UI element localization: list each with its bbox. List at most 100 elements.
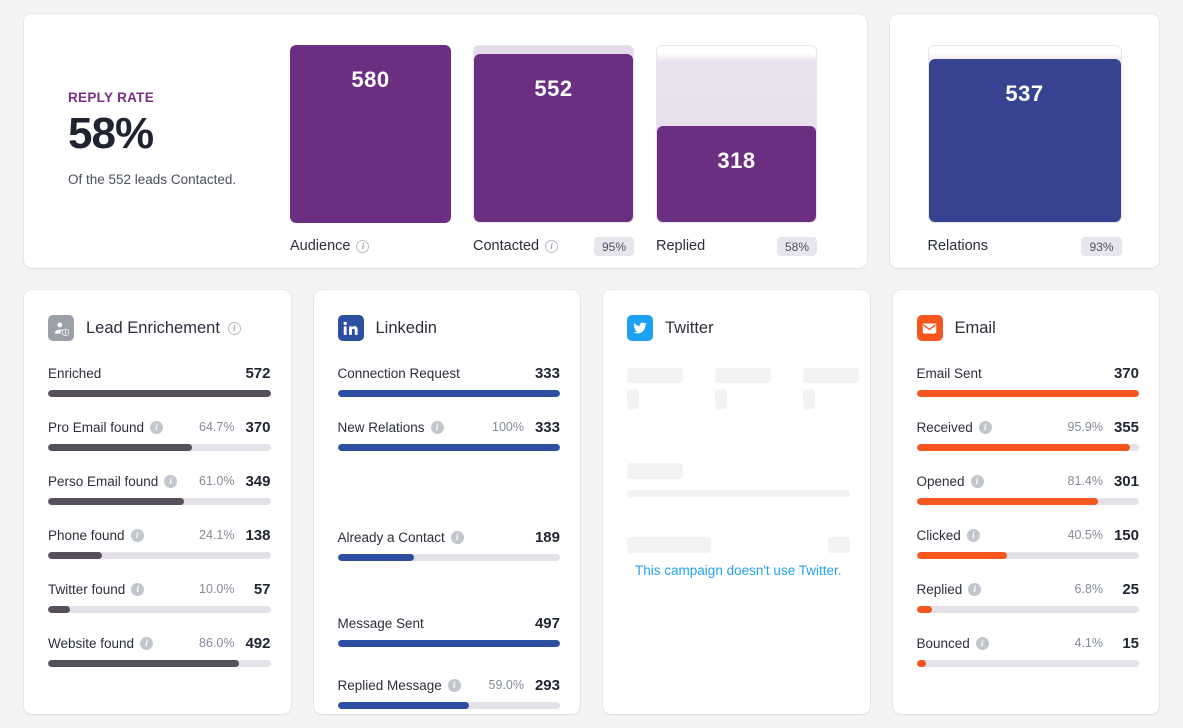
metric-progress	[48, 606, 271, 613]
metric-progress	[917, 552, 1140, 559]
bar-fill: 318	[657, 126, 816, 222]
metric-row[interactable]: Perso Email found i 61.0% 349	[48, 472, 271, 505]
reply-rate-block: REPLY RATE 58% Of the 552 leads Contacte…	[24, 14, 290, 187]
info-icon[interactable]: i	[451, 531, 464, 544]
metric-row[interactable]: Phone found i 24.1% 138	[48, 526, 271, 559]
metric-row[interactable]: Opened i 81.4% 301	[917, 472, 1140, 505]
metric-progress	[338, 554, 561, 561]
funnel-bar-replied[interactable]: 318 Replied 58%	[656, 45, 817, 257]
skeleton-block	[627, 490, 850, 497]
metric-value: 333	[534, 419, 560, 436]
metric-row[interactable]: Enriched 572	[48, 364, 271, 397]
metric-row[interactable]: Connection Request 333	[338, 364, 561, 397]
metric-progress	[338, 702, 561, 709]
metric-label: Twitter found	[48, 582, 125, 597]
linkedin-card: Linkedin Connection Request 333 New Rela…	[314, 290, 581, 714]
card-header: Email	[917, 314, 1140, 342]
metric-progress	[338, 640, 561, 647]
metric-row[interactable]: Replied i 6.8% 25	[917, 580, 1140, 613]
metric-row[interactable]: Email Sent 370	[917, 364, 1140, 397]
card-title: Twitter	[665, 319, 714, 338]
funnel-bar-audience[interactable]: 580 Audience i	[290, 45, 451, 257]
metric-label: Bounced	[917, 636, 970, 651]
lead-enrichment-card: Lead Enrichement i Enriched 572 Pro Emai…	[24, 290, 291, 714]
metric-progress	[48, 660, 271, 667]
metric-row[interactable]: Twitter found i 10.0% 57	[48, 580, 271, 613]
metric-value: 150	[1113, 527, 1139, 544]
metric-progress	[48, 498, 271, 505]
metric-row[interactable]: Replied Message i 59.0% 293	[338, 676, 561, 709]
linkedin-icon	[338, 315, 364, 341]
bar-track: 318	[656, 45, 817, 223]
metric-value: 355	[1113, 419, 1139, 436]
metric-value: 333	[534, 365, 560, 382]
metric-percent: 6.8%	[1075, 582, 1104, 596]
metric-row[interactable]: Bounced i 4.1% 15	[917, 634, 1140, 667]
info-icon[interactable]: i	[448, 679, 461, 692]
info-icon[interactable]: i	[968, 583, 981, 596]
metric-row[interactable]: Message Sent 497	[338, 614, 561, 647]
info-icon[interactable]: i	[140, 637, 153, 650]
info-icon[interactable]: i	[131, 583, 144, 596]
bar-percent-badge: 58%	[777, 237, 817, 256]
info-icon[interactable]: i	[979, 421, 992, 434]
info-icon[interactable]: i	[164, 475, 177, 488]
metric-label: Replied	[917, 582, 963, 597]
metric-percent: 4.1%	[1075, 636, 1104, 650]
bar-label: Audience	[290, 238, 350, 254]
bar-label: Contacted	[473, 238, 539, 254]
metric-progress	[917, 444, 1140, 451]
metric-label: Received	[917, 420, 973, 435]
info-icon[interactable]: i	[967, 529, 980, 542]
metric-label: Email Sent	[917, 366, 982, 381]
metric-percent: 40.5%	[1068, 528, 1103, 542]
skeleton-block	[627, 389, 639, 409]
card-title: Email	[955, 319, 996, 338]
info-icon[interactable]: i	[545, 240, 558, 253]
metric-value: 497	[534, 615, 560, 632]
twitter-icon	[627, 315, 653, 341]
skeleton-item	[803, 368, 859, 409]
metric-progress	[917, 606, 1140, 613]
bar-fill: 537	[929, 59, 1121, 222]
info-icon[interactable]: i	[131, 529, 144, 542]
bar-percent-badge: 95%	[594, 237, 634, 256]
metric-percent: 24.1%	[199, 528, 234, 542]
card-header: Linkedin	[338, 314, 561, 342]
metric-progress	[48, 552, 271, 559]
skeleton-block	[715, 368, 771, 383]
info-icon[interactable]: i	[356, 240, 369, 253]
bar-value: 537	[1005, 81, 1043, 107]
info-icon[interactable]: i	[228, 322, 241, 335]
bar-track: 537	[928, 45, 1122, 223]
metric-row[interactable]: Already a Contact i 189	[338, 528, 561, 561]
info-icon[interactable]: i	[971, 475, 984, 488]
metric-row[interactable]: Clicked i 40.5% 150	[917, 526, 1140, 559]
metric-row[interactable]: New Relations i 100% 333	[338, 418, 561, 451]
person-info-icon	[48, 315, 74, 341]
info-icon[interactable]: i	[976, 637, 989, 650]
funnel-bar-contacted[interactable]: 552 Contacted i 95%	[473, 45, 634, 257]
relations-bar[interactable]: 537 Relations 93%	[928, 14, 1122, 257]
metric-progress	[917, 660, 1140, 667]
metric-label: Replied Message	[338, 678, 442, 693]
bar-caption: Relations 93%	[928, 235, 1122, 257]
skeleton-block	[627, 368, 683, 383]
metric-percent: 100%	[492, 420, 524, 434]
metric-row[interactable]: Website found i 86.0% 492	[48, 634, 271, 667]
funnel-card: REPLY RATE 58% Of the 552 leads Contacte…	[24, 14, 867, 268]
skeleton-item	[715, 368, 771, 409]
metric-label: Perso Email found	[48, 474, 158, 489]
card-header: Lead Enrichement i	[48, 314, 271, 342]
info-icon[interactable]: i	[431, 421, 444, 434]
card-header: Twitter	[627, 314, 850, 342]
metric-label: Message Sent	[338, 616, 424, 631]
metric-value: 370	[1113, 365, 1139, 382]
metric-row[interactable]: Received i 95.9% 355	[917, 418, 1140, 451]
metric-row[interactable]: Pro Email found i 64.7% 370	[48, 418, 271, 451]
metric-value: 301	[1113, 473, 1139, 490]
info-icon[interactable]: i	[150, 421, 163, 434]
skeleton-block	[803, 389, 815, 409]
bar-value: 580	[351, 67, 389, 93]
metric-label: Pro Email found	[48, 420, 144, 435]
